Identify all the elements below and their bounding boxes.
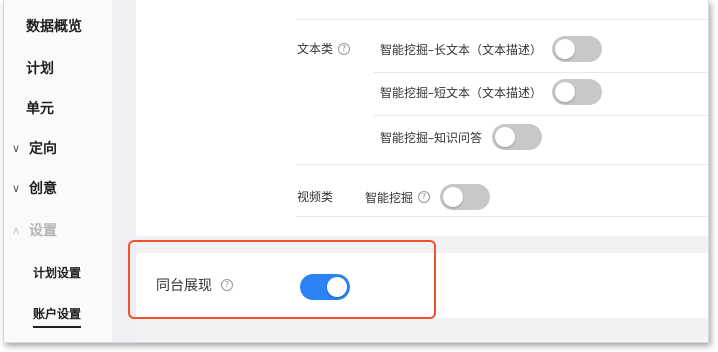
option-knowledge-qa: 智能挖掘–知识问答	[380, 124, 543, 150]
video-group-label-text: 视频类	[297, 190, 334, 204]
sidebar-subitem-account-settings[interactable]: 账户设置	[33, 305, 82, 328]
highlight-box	[128, 240, 436, 319]
option-label: 智能挖掘–知识问答	[380, 130, 483, 145]
divider	[374, 115, 708, 116]
sidebar-item-label: 设置	[29, 223, 57, 239]
option-label: 智能挖掘	[365, 190, 414, 205]
divider	[374, 72, 708, 73]
sidebar: 数据概览 计划 单元 ∨ 定向 ∨ 创意 ∧ 设置 计划设置 账户设置	[4, 0, 112, 342]
sidebar-item-label: 创意	[29, 181, 57, 197]
video-mining-toggle[interactable]	[440, 184, 491, 210]
toggle-knob	[443, 187, 464, 207]
option-label: 智能挖掘–短文本（文本描述）	[380, 85, 543, 100]
toggle-knob	[555, 39, 576, 59]
sidebar-item-data-overview[interactable]: 数据概览	[26, 16, 82, 36]
chevron-up-icon: ∧	[11, 223, 21, 237]
sidebar-subitem-label: 账户设置	[33, 307, 82, 321]
sidebar-item-creative[interactable]: ∨ 创意	[9, 178, 57, 198]
chevron-down-icon: ∨	[11, 181, 21, 195]
divider	[296, 216, 708, 217]
sidebar-subitem-plan-settings[interactable]: 计划设置	[33, 264, 81, 281]
question-circle-icon[interactable]: ?	[338, 42, 351, 55]
sidebar-item-targeting[interactable]: ∨ 定向	[9, 138, 57, 158]
option-label: 智能挖掘–长文本（文本描述）	[380, 42, 543, 57]
section-separator	[136, 318, 708, 340]
video-group-label: 视频类	[297, 188, 333, 205]
option-video-mining: 智能挖掘 ?	[365, 184, 491, 210]
sidebar-item-label: 计划	[26, 61, 54, 77]
long-text-toggle[interactable]	[552, 36, 603, 62]
option-short-text: 智能挖掘–短文本（文本描述）	[380, 79, 603, 105]
knowledge-qa-toggle[interactable]	[492, 124, 543, 150]
sidebar-item-settings[interactable]: ∧ 设置	[9, 220, 57, 240]
text-group-label: 文本类 ?	[297, 40, 351, 57]
sidebar-item-label: 定向	[29, 141, 57, 157]
sidebar-subitem-label: 计划设置	[33, 266, 82, 280]
sidebar-item-plan[interactable]: 计划	[26, 58, 54, 78]
sidebar-item-label: 数据概览	[26, 19, 82, 35]
sidebar-item-label: 单元	[26, 101, 54, 117]
divider	[296, 19, 708, 20]
chevron-down-icon: ∨	[11, 141, 21, 155]
toggle-knob	[495, 127, 516, 147]
divider	[296, 164, 708, 165]
short-text-toggle[interactable]	[552, 79, 603, 105]
sidebar-item-unit[interactable]: 单元	[26, 98, 54, 118]
text-group-label-text: 文本类	[297, 42, 334, 56]
question-circle-icon[interactable]: ?	[418, 191, 431, 203]
toggle-knob	[555, 82, 576, 102]
option-long-text: 智能挖掘–长文本（文本描述）	[380, 36, 603, 62]
